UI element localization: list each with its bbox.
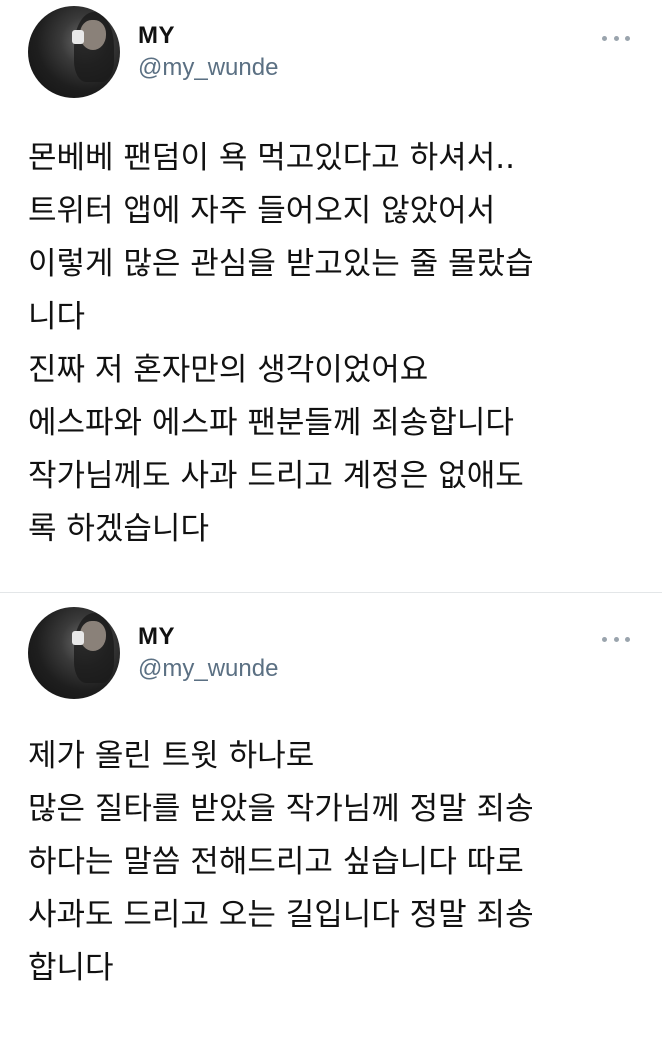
avatar[interactable]: [28, 6, 120, 98]
tweet-text-line: 니다: [28, 299, 86, 335]
author-names: MY @my_wunde: [138, 622, 278, 684]
tweet-text-line: 작가님께도 사과 드리고 계정은 없애도: [28, 458, 524, 494]
tweet-text-line: 에스파와 에스파 팬분들께 죄송합니다: [28, 405, 514, 441]
display-name[interactable]: MY: [138, 622, 278, 652]
author-names: MY @my_wunde: [138, 21, 278, 83]
tweet-text: 몬베베 팬덤이 욕 먹고있다고 하셔서.. 트위터 앱에 자주 들어오지 않았어…: [28, 132, 634, 556]
tweet-text: 제가 올린 트윗 하나로 많은 질타를 받았을 작가님께 정말 죄송 하다는 말…: [28, 730, 634, 995]
tweet-header: MY @my_wunde: [28, 607, 634, 699]
tweet-text-line: 이렇게 많은 관심을 받고있는 줄 몰랐습: [28, 246, 534, 282]
tweet-text-line: 많은 질타를 받았을 작가님께 정말 죄송: [28, 791, 534, 827]
display-name[interactable]: MY: [138, 21, 278, 51]
more-icon[interactable]: [602, 635, 630, 643]
tweet-text-line: 합니다: [28, 950, 114, 986]
user-handle[interactable]: @my_wunde: [138, 53, 278, 83]
tweet-text-line: 진짜 저 혼자만의 생각이었어요: [28, 352, 429, 388]
avatar[interactable]: [28, 607, 120, 699]
tweet[interactable]: MY @my_wunde 몬베베 팬덤이 욕 먹고있다고 하셔서.. 트위터 앱…: [0, 0, 662, 592]
tweet-feed: MY @my_wunde 몬베베 팬덤이 욕 먹고있다고 하셔서.. 트위터 앱…: [0, 0, 662, 1047]
tweet-text-line: 사과도 드리고 오는 길입니다 정말 죄송: [28, 897, 534, 933]
tweet-text-line: 제가 올린 트윗 하나로: [28, 738, 315, 774]
tweet-text-line: 록 하겠습니다: [28, 511, 209, 547]
more-icon[interactable]: [602, 34, 630, 42]
user-handle[interactable]: @my_wunde: [138, 654, 278, 684]
tweet-text-line: 트위터 앱에 자주 들어오지 않았어서: [28, 193, 496, 229]
tweet-text-line: 하다는 말씀 전해드리고 싶습니다 따로: [28, 844, 524, 880]
tweet-header: MY @my_wunde: [28, 6, 634, 98]
tweet-text-line: 몬베베 팬덤이 욕 먹고있다고 하셔서..: [28, 140, 515, 176]
tweet[interactable]: MY @my_wunde 제가 올린 트윗 하나로 많은 질타를 받았을 작가님…: [0, 593, 662, 1047]
